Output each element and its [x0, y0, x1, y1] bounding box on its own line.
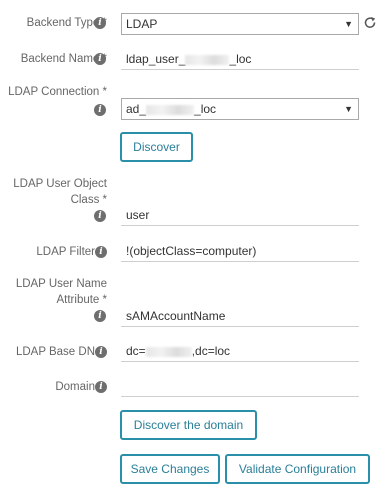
- base-dn-prefix: dc=: [126, 344, 146, 358]
- backend-type-select[interactable]: LDAP ▼: [121, 13, 359, 35]
- redacted-text: [185, 54, 230, 65]
- info-icon[interactable]: i: [94, 210, 106, 222]
- discover-domain-button[interactable]: Discover the domain: [120, 410, 257, 440]
- backend-name-suffix: _loc: [229, 52, 252, 66]
- ldap-connection-label: LDAP Connection *: [8, 86, 107, 98]
- ldap-filter-label: LDAP Filter: [36, 246, 95, 258]
- backend-name-prefix: ldap_user_: [126, 52, 186, 66]
- validate-configuration-button[interactable]: Validate Configuration: [225, 454, 370, 484]
- domain-field[interactable]: [121, 375, 359, 397]
- base-dn-label: LDAP Base DN: [15, 346, 95, 358]
- redacted-text: [146, 104, 195, 115]
- user-object-class-field[interactable]: user: [121, 204, 359, 226]
- user-name-attribute-field[interactable]: sAMAccountName: [121, 305, 359, 327]
- ldap-backend-form: Backend Type * i LDAP ▼ Backend Name * i…: [0, 0, 392, 494]
- ldap-filter-field[interactable]: !(objectClass=computer): [121, 240, 359, 262]
- ldap-connection-prefix: ad_: [126, 102, 147, 116]
- ldap-connection-suffix: _loc: [194, 102, 217, 116]
- discover-button[interactable]: Discover: [120, 132, 193, 162]
- redacted-text: [145, 346, 192, 357]
- save-changes-button[interactable]: Save Changes: [120, 454, 220, 484]
- caret-down-icon: ▼: [344, 19, 353, 29]
- caret-down-icon: ▼: [344, 104, 353, 114]
- ldap-connection-select[interactable]: ad_ _loc ▼: [121, 98, 359, 120]
- refresh-icon[interactable]: [363, 16, 377, 30]
- user-object-class-label: LDAP User Object Class *: [13, 178, 107, 206]
- info-icon[interactable]: i: [94, 104, 106, 116]
- info-icon[interactable]: i: [94, 53, 106, 65]
- base-dn-field[interactable]: dc= ,dc=loc: [121, 340, 359, 362]
- info-icon[interactable]: i: [94, 310, 106, 322]
- info-icon[interactable]: i: [94, 17, 106, 29]
- backend-type-value: LDAP: [126, 17, 158, 31]
- info-icon[interactable]: i: [95, 246, 107, 258]
- base-dn-suffix: ,dc=loc: [191, 344, 231, 358]
- info-icon[interactable]: i: [95, 381, 107, 393]
- domain-label: Domain: [55, 381, 95, 393]
- user-name-attribute-label: LDAP User Name Attribute *: [15, 278, 107, 306]
- info-icon[interactable]: i: [95, 346, 107, 358]
- backend-name-field[interactable]: ldap_user_ _loc: [121, 48, 359, 70]
